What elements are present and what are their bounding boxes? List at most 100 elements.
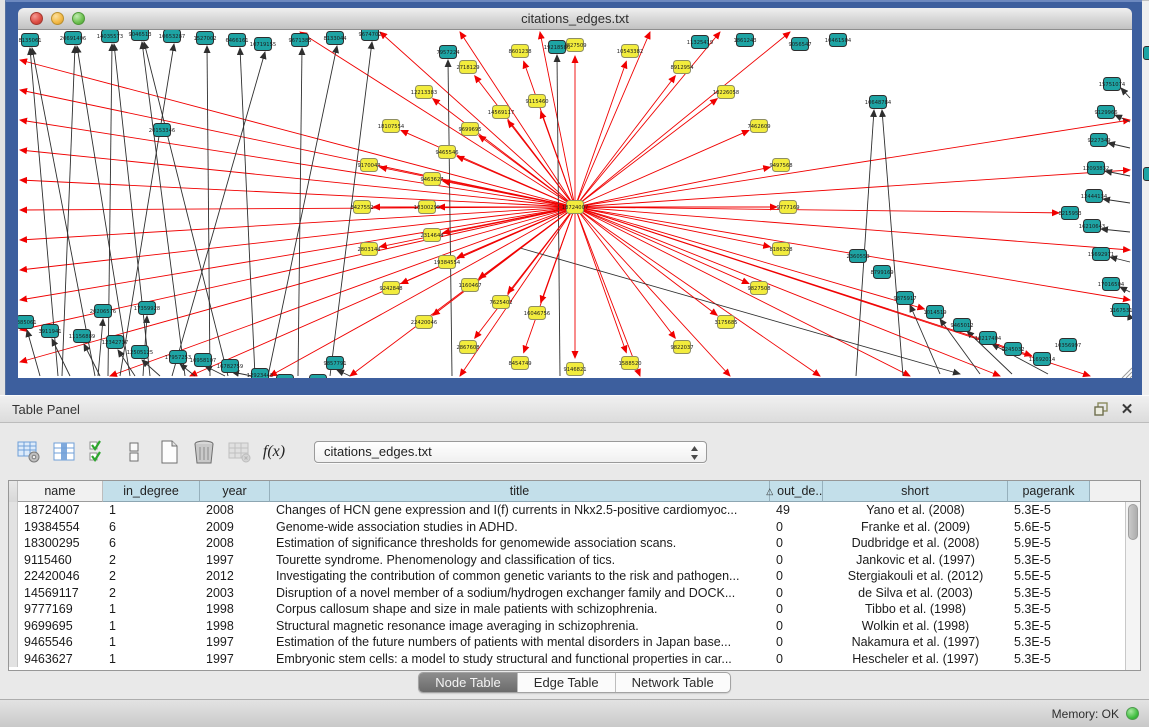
table-cell[interactable]: 6 [103, 536, 200, 550]
table-cell[interactable]: Franke et al. (2009) [823, 520, 1008, 534]
graph-node[interactable]: 9245032 [1001, 343, 1024, 356]
table-cell[interactable]: 0 [770, 553, 823, 567]
table-cell[interactable]: 2 [103, 553, 200, 567]
graph-node-selected[interactable]: 18107554 [378, 120, 405, 133]
graph-edge[interactable] [52, 339, 70, 376]
table-cell[interactable]: 0 [770, 602, 823, 616]
graph-node[interactable]: 12444134 [1081, 190, 1108, 203]
column-header-out-degree[interactable]: △out_de... [770, 481, 823, 502]
graph-edge[interactable] [575, 207, 1059, 213]
table-cell[interactable]: 5.9E-5 [1008, 536, 1090, 550]
table-row[interactable]: 2242004622012Investigating the contribut… [9, 568, 1140, 585]
graph-node[interactable]: 10648784 [865, 96, 892, 109]
table-scrollbar-thumb[interactable] [1128, 504, 1138, 540]
graph-edge[interactable] [108, 44, 112, 376]
tab-network-table[interactable]: Network Table [615, 673, 730, 692]
table-cell[interactable]: 2 [103, 569, 200, 583]
table-cell[interactable]: 14569117 [18, 586, 103, 600]
graph-node-selected[interactable]: 8427552 [350, 201, 373, 214]
graph-edge[interactable] [575, 170, 1130, 207]
graph-edge[interactable] [1108, 143, 1130, 148]
graph-node-selected[interactable]: 9465546 [435, 146, 458, 159]
graph-node-selected[interactable]: 1588520 [618, 357, 641, 370]
graph-edge[interactable] [575, 130, 749, 207]
close-panel-icon[interactable]: ✕ [1117, 399, 1137, 419]
table-cell[interactable]: Wolkin et al. (1998) [823, 619, 1008, 633]
column-header-pagerank[interactable]: pagerank [1008, 481, 1090, 502]
row-header-cell[interactable] [9, 585, 18, 602]
graph-edge[interactable] [98, 319, 103, 376]
graph-edge[interactable] [575, 120, 1130, 207]
table-cell[interactable]: 19384554 [18, 520, 103, 534]
graph-node[interactable]: 9671385 [288, 34, 311, 47]
table-cell[interactable]: 2 [103, 586, 200, 600]
graph-node-selected[interactable]: 14569117 [488, 106, 514, 119]
table-cell[interactable]: 5.3E-5 [1008, 503, 1090, 517]
tab-node-table[interactable]: Node Table [419, 673, 517, 692]
table-cell[interactable]: 0 [770, 619, 823, 633]
table-cell[interactable]: Investigating the contribution of common… [270, 569, 770, 583]
graph-node-selected[interactable]: 9115460 [525, 95, 548, 108]
table-cell[interactable]: 9699695 [18, 619, 103, 633]
table-cell[interactable]: 22420046 [18, 569, 103, 583]
graph-node-selected[interactable]: 9699695 [458, 123, 481, 136]
graph-edge[interactable] [207, 46, 210, 376]
new-column-button[interactable] [154, 437, 184, 467]
graph-node-selected[interactable]: 9822037 [670, 341, 693, 354]
graph-node-selected[interactable]: 9463627 [420, 173, 443, 186]
graph-node[interactable]: 8135061 [18, 34, 41, 47]
graph-node[interactable]: 16210643 [1079, 220, 1105, 233]
graph-node[interactable]: 1167531 [1109, 304, 1132, 317]
graph-node-selected[interactable]: 2803144 [357, 243, 381, 256]
graph-node[interactable]: 11325419 [687, 36, 713, 49]
delete-column-button[interactable] [189, 437, 219, 467]
table-cell[interactable]: 18724007 [18, 503, 103, 517]
graph-node-selected[interactable]: 18300295 [414, 201, 440, 214]
table-cell[interactable]: Tibbo et al. (1998) [823, 602, 1008, 616]
graph-node[interactable]: 8799169 [870, 266, 893, 279]
table-cell[interactable]: 5.3E-5 [1008, 553, 1090, 567]
graph-edge[interactable] [84, 344, 100, 376]
table-row[interactable]: 911546021997Tourette syndrome. Phenomeno… [9, 552, 1140, 569]
table-cell[interactable]: 0 [770, 635, 823, 649]
graph-node[interactable]: 1527002 [193, 32, 216, 45]
table-cell[interactable]: Stergiakouli et al. (2012) [823, 569, 1008, 583]
table-cell[interactable]: 0 [770, 586, 823, 600]
network-window-titlebar[interactable]: citations_edges.txt [18, 8, 1132, 30]
import-table-button-disabled[interactable] [224, 437, 254, 467]
table-cell[interactable]: 5.3E-5 [1008, 652, 1090, 666]
graph-node-selected[interactable]: 9777169 [776, 201, 799, 214]
graph-edge[interactable] [541, 207, 575, 303]
table-cell[interactable]: 5.5E-5 [1008, 569, 1090, 583]
graph-node-selected[interactable]: 8454749 [508, 357, 531, 370]
table-cell[interactable]: Estimation of significance thresholds fo… [270, 536, 770, 550]
graph-node[interactable]: 11156889 [69, 330, 95, 343]
table-cell[interactable]: 9115460 [18, 553, 103, 567]
graph-node-selected[interactable]: 22420046 [411, 316, 437, 329]
graph-edge[interactable] [882, 110, 903, 376]
graph-edge[interactable] [180, 364, 195, 376]
graph-edge[interactable] [856, 110, 874, 376]
row-header-cell[interactable] [9, 502, 18, 519]
table-cell[interactable]: 0 [770, 569, 823, 583]
graph-edge[interactable] [62, 46, 75, 376]
table-cell[interactable]: 6 [103, 520, 200, 534]
graph-edge[interactable] [240, 48, 255, 376]
table-cell[interactable]: Structural magnetic resonance image aver… [270, 619, 770, 633]
resize-grip[interactable] [1122, 368, 1132, 378]
graph-node-selected[interactable]: 2867608 [456, 341, 479, 354]
graph-node[interactable]: 15692971 [1088, 248, 1114, 261]
graph-node-selected[interactable]: 7625402 [489, 296, 512, 309]
graph-node[interactable]: 9129966 [1094, 106, 1117, 119]
graph-node-selected[interactable]: 9146821 [563, 363, 586, 376]
graph-edge[interactable] [457, 156, 575, 207]
row-header-cell[interactable] [9, 618, 18, 635]
select-columns-button[interactable] [84, 437, 114, 467]
graph-node[interactable]: 1861243 [733, 34, 756, 47]
column-header-in-degree[interactable]: in_degree [103, 481, 200, 502]
graph-node-selected[interactable]: 8186328 [769, 243, 792, 256]
table-cell[interactable]: 1997 [200, 553, 270, 567]
graph-node-selected[interactable]: 9827508 [747, 282, 770, 295]
graph-node[interactable]: 9097588 [273, 375, 296, 379]
graph-edge[interactable] [1121, 88, 1130, 98]
